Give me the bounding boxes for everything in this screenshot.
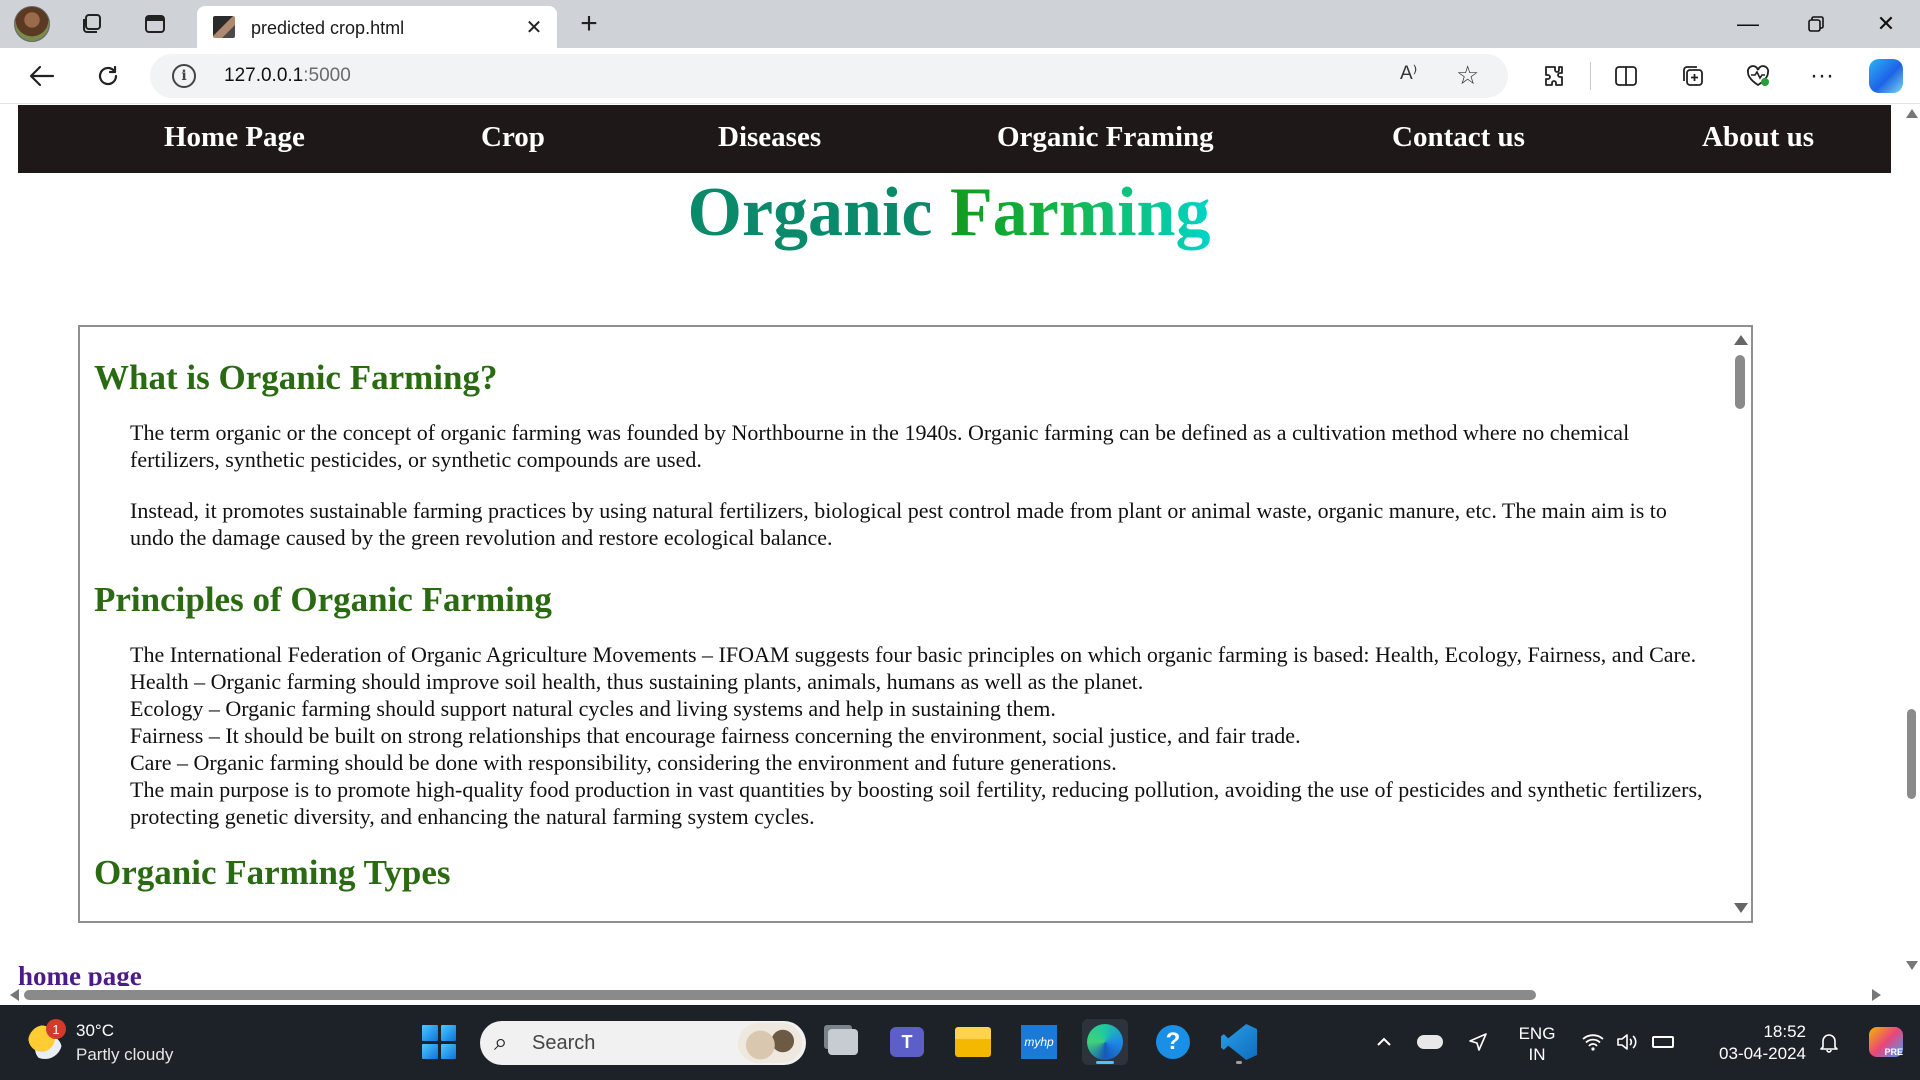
browser-essentials-icon[interactable] bbox=[1738, 56, 1778, 96]
weather-notification-badge: 1 bbox=[46, 1019, 66, 1039]
copilot-icon[interactable] bbox=[1866, 56, 1906, 96]
weather-condition: Partly cloudy bbox=[76, 1045, 174, 1064]
page-title-word-organic: Organic bbox=[687, 174, 933, 251]
get-help-icon[interactable]: ? bbox=[1150, 1019, 1196, 1065]
weather-widget[interactable]: 1 30°C Partly cloudy bbox=[24, 1019, 204, 1067]
notification-bell-icon[interactable] bbox=[1812, 1019, 1846, 1065]
page-horizontal-scrollbar[interactable] bbox=[0, 986, 1902, 1004]
vscode-icon[interactable] bbox=[1216, 1019, 1262, 1065]
site-info-icon[interactable]: i bbox=[172, 64, 196, 88]
nav-contact-us[interactable]: Contact us bbox=[1392, 121, 1525, 154]
system-clock[interactable]: 18:52 03-04-2024 bbox=[1696, 1021, 1806, 1065]
active-tab[interactable]: predicted crop.html ✕ bbox=[197, 6, 557, 48]
principle-fairness: Fairness – It should be built on strong … bbox=[130, 723, 1301, 748]
close-tab-icon[interactable]: ✕ bbox=[521, 14, 547, 40]
nav-crop[interactable]: Crop bbox=[481, 121, 545, 154]
article-scrollbar-thumb[interactable] bbox=[1735, 355, 1745, 409]
scroll-down-arrow-icon[interactable] bbox=[1734, 903, 1748, 913]
principle-health: Health – Organic farming should improve … bbox=[130, 669, 1144, 694]
page-vertical-scrollbar[interactable] bbox=[1902, 105, 1920, 985]
minimize-icon[interactable]: — bbox=[1714, 0, 1782, 48]
principle-care: Care – Organic farming should be done wi… bbox=[130, 750, 1117, 775]
search-placeholder: Search bbox=[532, 1032, 596, 1054]
site-navbar: Home Page Crop Diseases Organic Framing … bbox=[18, 105, 1891, 173]
teams-icon[interactable]: T bbox=[884, 1019, 930, 1065]
toolbar-divider bbox=[1590, 62, 1591, 90]
myhp-icon[interactable]: myhp bbox=[1016, 1019, 1062, 1065]
copilot-taskbar-icon[interactable]: PRE bbox=[1866, 1019, 1906, 1065]
reload-icon[interactable] bbox=[88, 56, 128, 96]
back-icon[interactable] bbox=[22, 56, 62, 96]
location-icon[interactable] bbox=[1462, 1019, 1494, 1065]
tab-actions-icon[interactable] bbox=[137, 6, 173, 42]
section-title-what: What is Organic Farming? bbox=[94, 358, 498, 397]
file-explorer-icon[interactable] bbox=[950, 1019, 996, 1065]
show-hidden-icons-chevron-icon[interactable] bbox=[1370, 1019, 1398, 1065]
page-title-word-farming: Farming bbox=[949, 174, 1211, 251]
read-aloud-icon[interactable]: A⁾ bbox=[1400, 62, 1417, 85]
nav-home-page[interactable]: Home Page bbox=[164, 121, 305, 154]
page-scroll-down-icon[interactable] bbox=[1906, 961, 1918, 970]
input-language[interactable]: ENG IN bbox=[1514, 1023, 1560, 1065]
article-scroll-box[interactable]: What is Organic Farming? The term organi… bbox=[78, 325, 1753, 923]
tab-title: predicted crop.html bbox=[251, 18, 405, 38]
browser-toolbar: i 127.0.0.1:5000 A⁾ ☆ ··· bbox=[0, 48, 1920, 104]
section-title-principles: Principles of Organic Farming bbox=[94, 580, 552, 619]
edge-browser-icon[interactable] bbox=[1082, 1019, 1128, 1065]
nav-organic-framing[interactable]: Organic Framing bbox=[997, 121, 1214, 154]
collections-icon[interactable] bbox=[1672, 56, 1712, 96]
principle-ecology: Ecology – Organic farming should support… bbox=[130, 696, 1056, 721]
volume-icon[interactable] bbox=[1612, 1019, 1642, 1065]
what-paragraph-2: Instead, it promotes sustainable farming… bbox=[130, 498, 1667, 550]
browser-tab-strip: predicted crop.html ✕ + — ✕ bbox=[0, 0, 1920, 48]
taskbar-search[interactable]: ⌕ Search bbox=[480, 1021, 806, 1065]
restore-icon[interactable] bbox=[1782, 0, 1850, 48]
task-view-icon[interactable] bbox=[820, 1019, 866, 1065]
workspaces-icon[interactable] bbox=[74, 6, 110, 42]
weather-temperature: 30°C bbox=[76, 1021, 114, 1040]
nav-diseases[interactable]: Diseases bbox=[718, 121, 821, 154]
page-favicon bbox=[213, 16, 235, 38]
url-text[interactable]: 127.0.0.1:5000 bbox=[224, 65, 351, 87]
onedrive-cloud-icon[interactable] bbox=[1414, 1019, 1446, 1065]
article-content: What is Organic Farming? The term organi… bbox=[94, 357, 1714, 894]
wifi-icon[interactable] bbox=[1578, 1019, 1608, 1065]
article-scrollbar[interactable] bbox=[1729, 327, 1751, 921]
principles-intro: The International Federation of Organic … bbox=[130, 642, 1697, 667]
section-title-types: Organic Farming Types bbox=[94, 853, 451, 892]
scroll-up-arrow-icon[interactable] bbox=[1734, 335, 1748, 345]
more-icon[interactable]: ··· bbox=[1802, 56, 1842, 96]
search-highlight-image[interactable] bbox=[738, 1023, 802, 1063]
principles-purpose: The main purpose is to promote high-qual… bbox=[130, 777, 1703, 829]
page-horizontal-scroll-thumb[interactable] bbox=[24, 990, 1536, 1000]
page-scroll-left-icon[interactable] bbox=[10, 989, 19, 1001]
start-button-icon[interactable] bbox=[416, 1019, 462, 1065]
nav-about-us[interactable]: About us bbox=[1702, 121, 1814, 154]
windows-taskbar: 1 30°C Partly cloudy ⌕ Search T myhp ? E… bbox=[0, 1005, 1920, 1080]
favorite-star-icon[interactable]: ☆ bbox=[1456, 60, 1479, 91]
page-viewport: Home Page Crop Diseases Organic Framing … bbox=[0, 105, 1920, 1005]
battery-icon[interactable] bbox=[1648, 1019, 1678, 1065]
search-icon: ⌕ bbox=[494, 1029, 508, 1056]
window-close-icon[interactable]: ✕ bbox=[1852, 0, 1920, 48]
new-tab-icon[interactable]: + bbox=[571, 6, 607, 42]
split-screen-icon[interactable] bbox=[1606, 56, 1646, 96]
address-bar[interactable]: i 127.0.0.1:5000 A⁾ ☆ bbox=[150, 54, 1508, 98]
profile-avatar[interactable] bbox=[14, 6, 50, 42]
extensions-icon[interactable] bbox=[1534, 56, 1574, 96]
what-paragraph-1: The term organic or the concept of organ… bbox=[130, 420, 1630, 472]
page-vertical-scroll-thumb[interactable] bbox=[1907, 709, 1916, 799]
page-scroll-up-icon[interactable] bbox=[1906, 109, 1918, 118]
page-title: Organic Farming bbox=[0, 171, 1898, 255]
page-scroll-right-icon[interactable] bbox=[1872, 989, 1881, 1001]
